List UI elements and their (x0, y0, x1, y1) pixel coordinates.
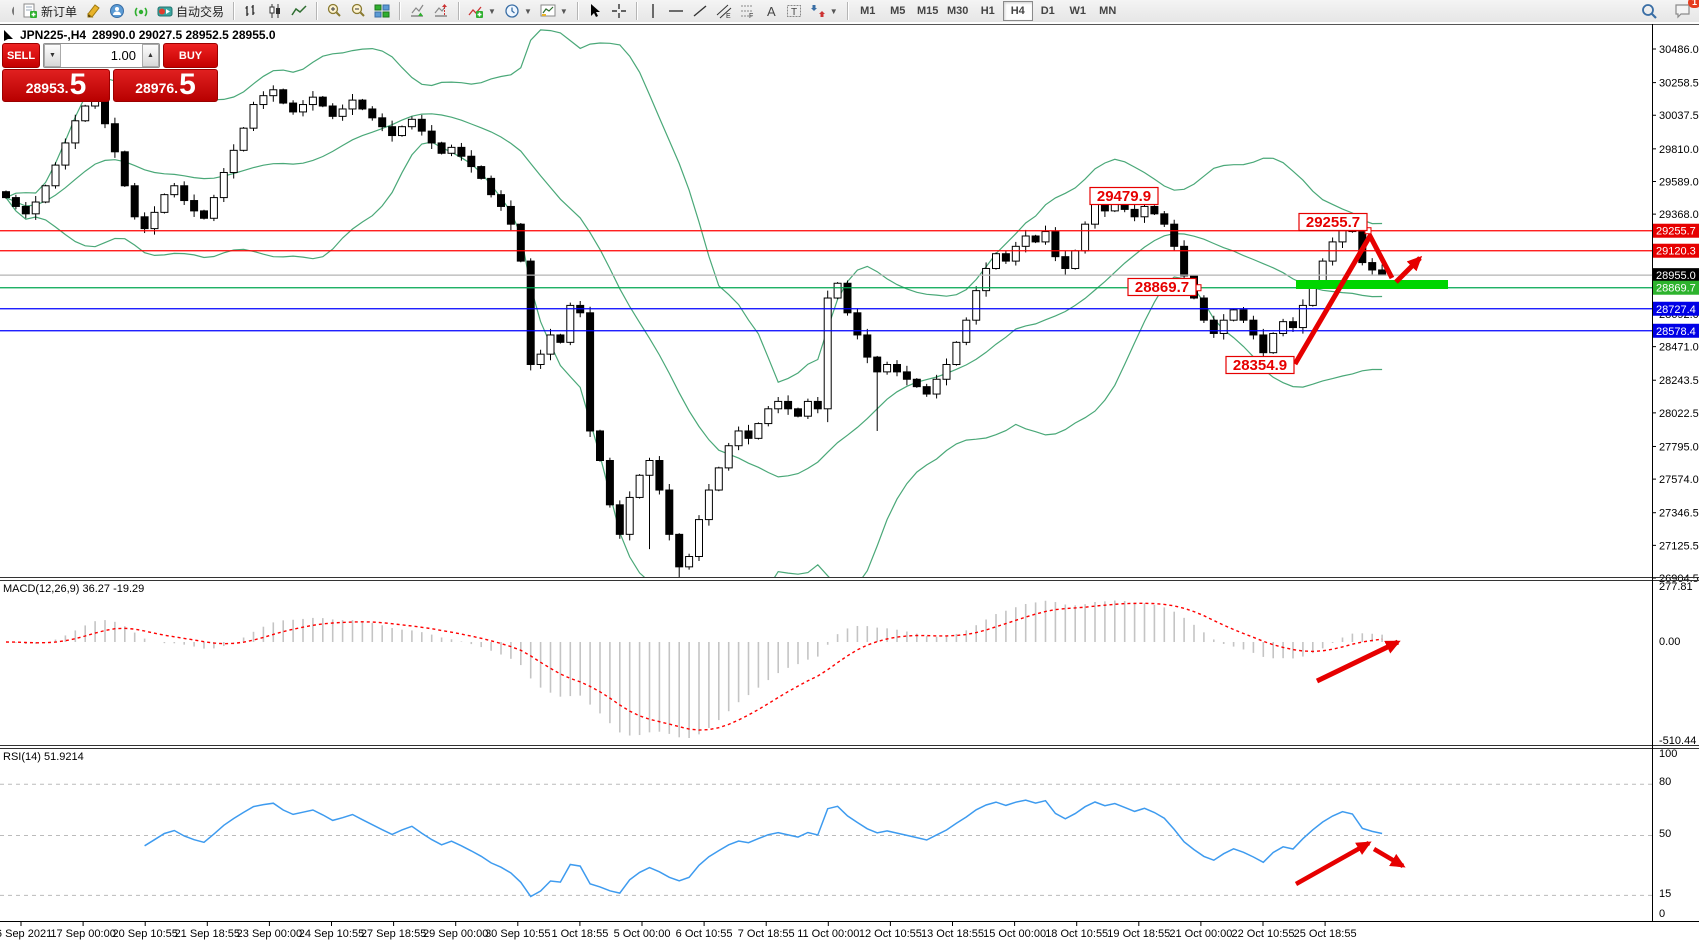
svg-text:18 Oct 10:55: 18 Oct 10:55 (1045, 928, 1108, 940)
svg-text:27 Sep 18:55: 27 Sep 18:55 (361, 928, 426, 940)
chart-symbol-period: JPN225-,H4 (20, 28, 86, 42)
buy-price-big-digit: 5 (179, 70, 196, 100)
svg-text:29368.0: 29368.0 (1659, 209, 1699, 221)
svg-text:25 Oct 18:55: 25 Oct 18:55 (1294, 928, 1357, 940)
rsi-name: RSI(14) (3, 751, 41, 763)
svg-text:17 Sep 00:00: 17 Sep 00:00 (50, 928, 115, 940)
one-click-trading-panel: SELL ▼ 1.00 ▲ BUY 28953. 5 28976. 5 (2, 43, 218, 102)
volume-value[interactable]: 1.00 (61, 44, 142, 67)
macd-indicator-label: MACD(12,26,9) 36.27 -19.29 (3, 583, 144, 595)
chart-area[interactable]: 29479.9 29255.7 28869.7 28354.9 30486.0 30258… (0, 0, 1699, 950)
svg-text:7 Oct 18:55: 7 Oct 18:55 (738, 928, 795, 940)
svg-text:30037.5: 30037.5 (1659, 110, 1699, 122)
svg-text:6 Oct 10:55: 6 Oct 10:55 (676, 928, 733, 940)
svg-text:27574.0: 27574.0 (1659, 474, 1699, 486)
svg-text:29120.3: 29120.3 (1656, 246, 1696, 258)
svg-text:29255.7: 29255.7 (1306, 214, 1360, 231)
svg-text:20 Sep 10:55: 20 Sep 10:55 (112, 928, 177, 940)
svg-text:28869.7: 28869.7 (1135, 279, 1189, 296)
svg-text:29479.9: 29479.9 (1097, 188, 1151, 205)
svg-text:27346.5: 27346.5 (1659, 508, 1699, 520)
svg-text:1 Oct 18:55: 1 Oct 18:55 (551, 928, 608, 940)
svg-text:28955.0: 28955.0 (1656, 270, 1696, 282)
svg-text:21 Oct 00:00: 21 Oct 00:00 (1169, 928, 1232, 940)
rsi-current-value: 51.9214 (44, 751, 84, 763)
svg-text:29 Sep 00:00: 29 Sep 00:00 (423, 928, 488, 940)
rsi-indicator-label: RSI(14) 51.9214 (3, 751, 84, 763)
chart-title: JPN225-,H4 28990.0 29027.5 28952.5 28955… (4, 28, 276, 42)
svg-text:24 Sep 10:55: 24 Sep 10:55 (299, 928, 364, 940)
svg-text:13 Oct 18:55: 13 Oct 18:55 (921, 928, 984, 940)
chart-canvas[interactable]: 29479.9 29255.7 28869.7 28354.9 30486.0 30258… (0, 0, 1699, 945)
sell-price-big-digit: 5 (70, 70, 87, 100)
chart-ohlc-values: 28990.0 29027.5 28952.5 28955.0 (92, 28, 276, 42)
svg-text:100: 100 (1659, 748, 1677, 760)
svg-text:22 Oct 10:55: 22 Oct 10:55 (1232, 928, 1295, 940)
macd-current-values: 36.27 -19.29 (82, 583, 144, 595)
volume-increase-button[interactable]: ▲ (142, 44, 159, 67)
svg-text:5 Oct 00:00: 5 Oct 00:00 (614, 928, 671, 940)
svg-text:28354.9: 28354.9 (1233, 357, 1287, 374)
svg-text:29810.0: 29810.0 (1659, 144, 1699, 156)
sell-price-main: 28953. (26, 76, 69, 100)
svg-text:27795.0: 27795.0 (1659, 441, 1699, 453)
buy-price-main: 28976. (135, 76, 178, 100)
svg-text:12 Oct 10:55: 12 Oct 10:55 (859, 928, 922, 940)
svg-text:277.81: 277.81 (1659, 581, 1693, 593)
svg-text:28578.4: 28578.4 (1656, 326, 1696, 338)
svg-text:11 Oct 00:00: 11 Oct 00:00 (797, 928, 859, 940)
svg-text:19 Oct 18:55: 19 Oct 18:55 (1107, 928, 1170, 940)
buy-price-panel[interactable]: 28976. 5 (113, 69, 218, 102)
svg-text:28727.4: 28727.4 (1656, 304, 1696, 316)
svg-text:30 Sep 10:55: 30 Sep 10:55 (485, 928, 550, 940)
svg-text:27125.5: 27125.5 (1659, 540, 1699, 552)
svg-text:23 Sep 00:00: 23 Sep 00:00 (237, 928, 302, 940)
svg-text:29589.0: 29589.0 (1659, 176, 1699, 188)
svg-text:21 Sep 18:55: 21 Sep 18:55 (175, 928, 240, 940)
buy-button[interactable]: BUY (163, 43, 218, 68)
svg-text:28022.5: 28022.5 (1659, 408, 1699, 420)
svg-text:15: 15 (1659, 888, 1671, 900)
svg-text:0.00: 0.00 (1659, 636, 1680, 648)
svg-text:28243.5: 28243.5 (1659, 375, 1699, 387)
svg-text:50: 50 (1659, 828, 1671, 840)
svg-text:80: 80 (1659, 776, 1671, 788)
macd-name: MACD(12,26,9) (3, 583, 79, 595)
svg-text:0: 0 (1659, 908, 1665, 920)
volume-decrease-button[interactable]: ▼ (44, 44, 61, 67)
svg-text:30486.0: 30486.0 (1659, 44, 1699, 56)
svg-text:29255.7: 29255.7 (1656, 226, 1696, 238)
sell-price-panel[interactable]: 28953. 5 (2, 69, 110, 102)
svg-text:28869.7: 28869.7 (1656, 283, 1696, 295)
volume-stepper: ▼ 1.00 ▲ (43, 43, 160, 68)
sell-button[interactable]: SELL (2, 43, 40, 68)
svg-text:15 Oct 00:00: 15 Oct 00:00 (983, 928, 1046, 940)
svg-text:30258.5: 30258.5 (1659, 78, 1699, 90)
svg-text:16 Sep 2021: 16 Sep 2021 (0, 928, 52, 940)
symbol-marker-icon (4, 30, 14, 41)
svg-text:28471.0: 28471.0 (1659, 342, 1699, 354)
